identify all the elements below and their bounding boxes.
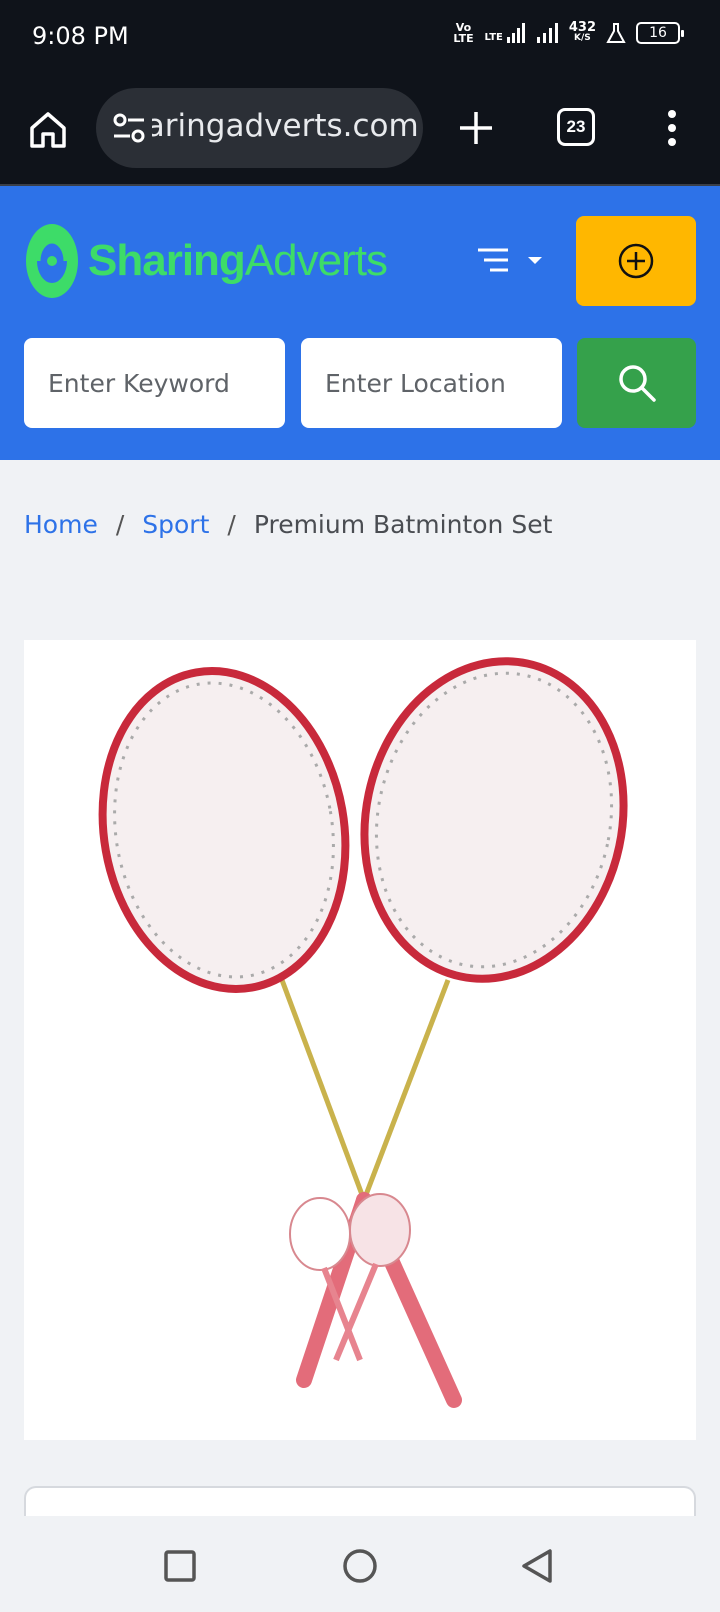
logo-text: SharingAdverts (88, 236, 388, 286)
search-button[interactable] (577, 338, 696, 428)
home-circle-icon[interactable] (340, 1546, 380, 1586)
site-header: SharingAdverts (0, 186, 720, 460)
product-image[interactable] (24, 640, 696, 1440)
breadcrumb-separator: / (115, 510, 125, 539)
speed-value: 432 (568, 20, 596, 35)
breadcrumb-current: Premium Batminton Set (253, 510, 553, 539)
flask-icon (606, 23, 626, 43)
badminton-rackets-illustration (98, 657, 628, 1408)
volte-indicator: Vo LTE (453, 21, 474, 45)
signal-bars-icon (506, 23, 525, 43)
site-logo[interactable]: SharingAdverts (24, 222, 388, 300)
plus-circle-icon (618, 243, 654, 279)
status-bar: 9:08 PM Vo LTE LTE 432 K/S 16 (0, 0, 720, 72)
home-icon[interactable] (28, 110, 68, 150)
keyword-input[interactable] (24, 338, 285, 428)
signal-bars-icon-2 (536, 23, 558, 43)
address-bar[interactable]: sharingadverts.com (96, 88, 423, 168)
plus-icon[interactable] (456, 108, 496, 148)
more-vert-icon[interactable] (660, 108, 684, 148)
battery-indicator: 16 (636, 22, 684, 44)
tabs-icon[interactable]: 23 (557, 108, 595, 146)
url-text: sharingadverts.com (152, 88, 423, 168)
breadcrumb-home[interactable]: Home (24, 510, 98, 539)
system-nav-bar (0, 1516, 720, 1612)
recents-square-icon[interactable] (160, 1546, 200, 1586)
browser-toolbar: sharingadverts.com 23 (0, 72, 720, 186)
search-icon (618, 365, 656, 402)
network-speed: 432 K/S (568, 20, 596, 44)
breadcrumb-sport[interactable]: Sport (142, 510, 209, 539)
logo-text-sharing: Sharing (88, 236, 246, 285)
logo-icon (26, 224, 78, 298)
breadcrumb-separator: / (227, 510, 236, 539)
breadcrumb: Home / Sport / Premium Batminton Set (24, 510, 552, 539)
logo-text-adverts: Adverts (244, 236, 388, 285)
menu-toggle-icon[interactable] (476, 246, 546, 280)
tune-icon[interactable] (112, 112, 146, 144)
location-input[interactable] (301, 338, 562, 428)
signal-icon-1: LTE (484, 23, 526, 43)
status-icons: Vo LTE LTE 432 K/S 16 (452, 20, 684, 45)
status-time: 9:08 PM (32, 22, 129, 50)
lte-label: LTE (484, 32, 503, 43)
back-triangle-icon[interactable] (518, 1546, 558, 1586)
url-value: sharingadverts.com (152, 108, 419, 144)
post-ad-button[interactable] (576, 216, 696, 306)
